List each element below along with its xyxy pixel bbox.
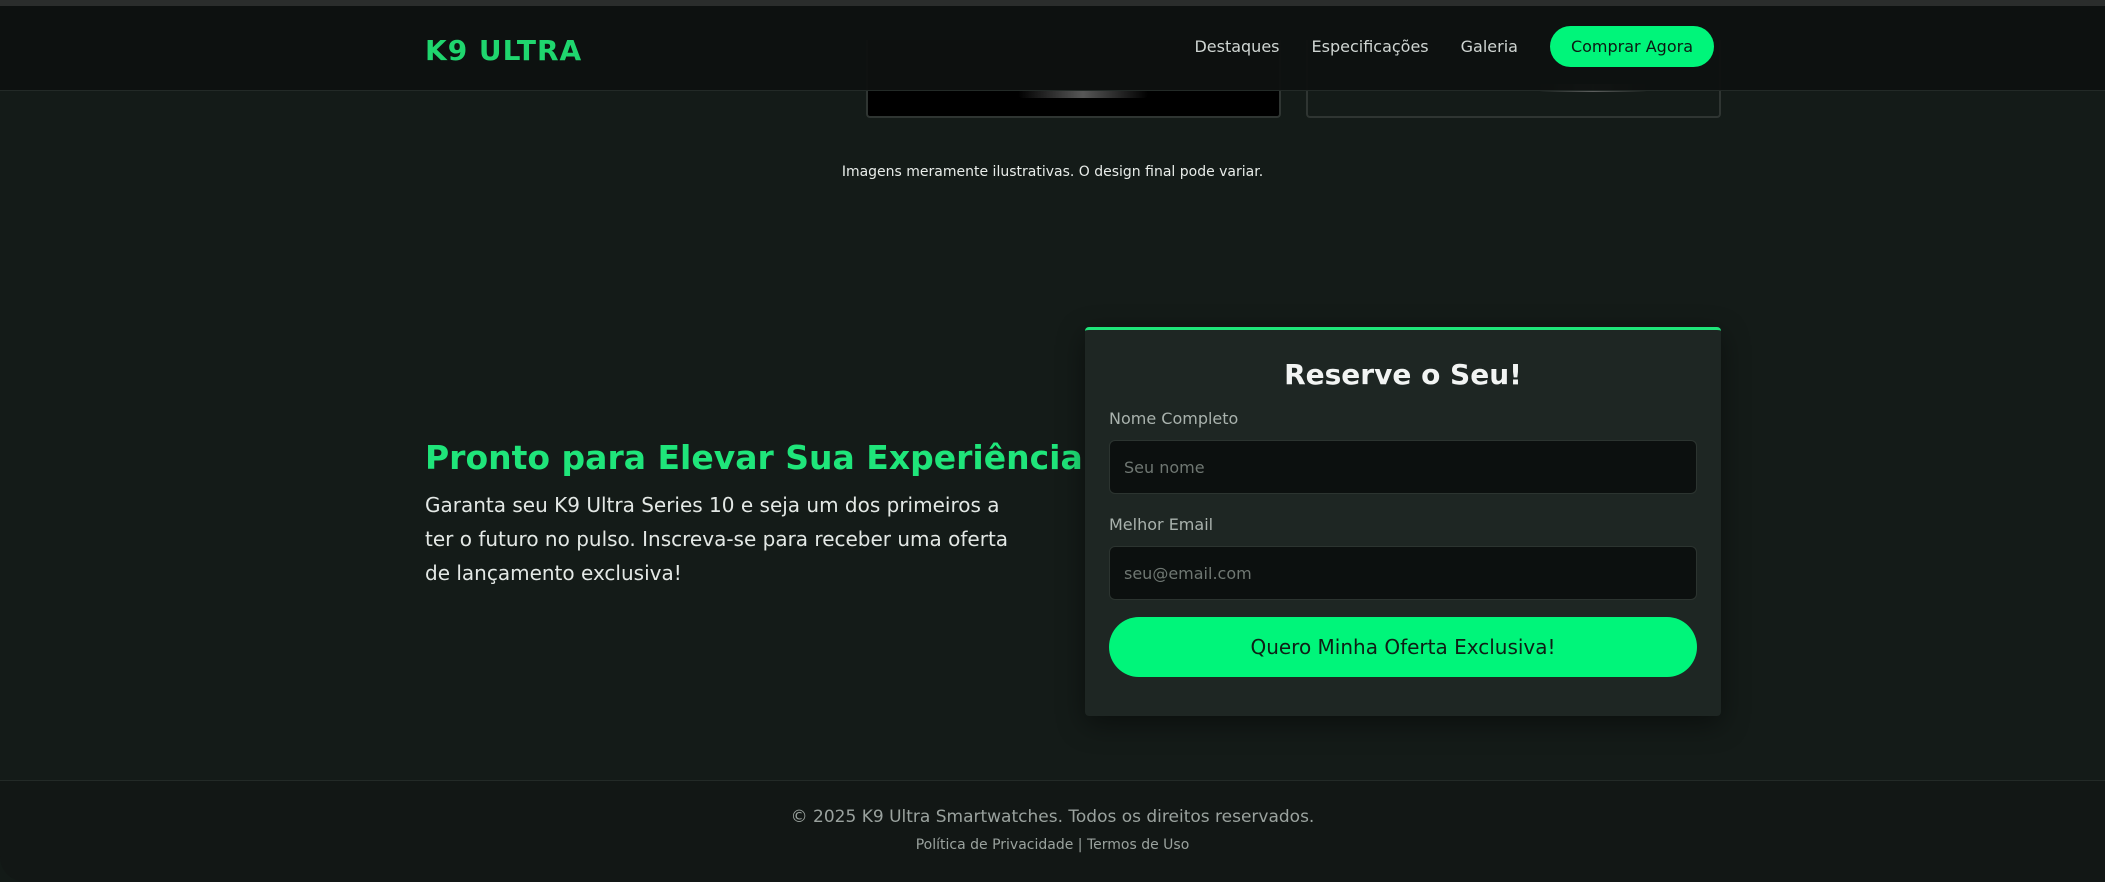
name-label: Nome Completo (1109, 409, 1239, 428)
nav-link-especificacoes[interactable]: Especificações (1312, 37, 1429, 56)
terms-of-use-link[interactable]: Termos de Uso (1087, 837, 1189, 853)
name-input[interactable] (1109, 440, 1697, 494)
email-label: Melhor Email (1109, 515, 1214, 534)
reserve-form: Reserve o Seu! Nome Completo Melhor Emai… (1085, 327, 1721, 716)
site-footer: © 2025 K9 Ultra Smartwatches. Todos os d… (0, 780, 2105, 882)
cta-heading: Pronto para Elevar Sua Experiência? (425, 438, 1102, 477)
nav-link-galeria[interactable]: Galeria (1461, 37, 1518, 56)
watch-strap-image (1018, 90, 1148, 98)
nav-link-destaques[interactable]: Destaques (1194, 37, 1279, 56)
main-nav: Destaques Especificações Galeria Comprar… (1194, 26, 1714, 67)
submit-offer-button[interactable]: Quero Minha Oferta Exclusiva! (1109, 617, 1697, 677)
email-input[interactable] (1109, 546, 1697, 600)
form-title: Reserve o Seu! (1284, 358, 1522, 391)
copyright-text: © 2025 K9 Ultra Smartwatches. Todos os d… (790, 807, 1315, 827)
cta-description: Garanta seu K9 Ultra Series 10 e seja um… (425, 493, 1009, 585)
logo[interactable]: K9 ULTRA (425, 34, 582, 67)
gallery-disclaimer: Imagens meramente ilustrativas. O design… (841, 164, 1264, 180)
privacy-policy-link[interactable]: Política de Privacidade (916, 837, 1074, 853)
buy-now-button[interactable]: Comprar Agora (1549, 26, 1714, 67)
site-header: K9 ULTRA Destaques Especificações Galeri… (0, 6, 2105, 91)
footer-links: Política de Privacidade | Termos de Uso (0, 837, 2105, 853)
page: Imagens meramente ilustrativas. O design… (0, 0, 2105, 882)
footer-separator: | (1077, 837, 1083, 853)
